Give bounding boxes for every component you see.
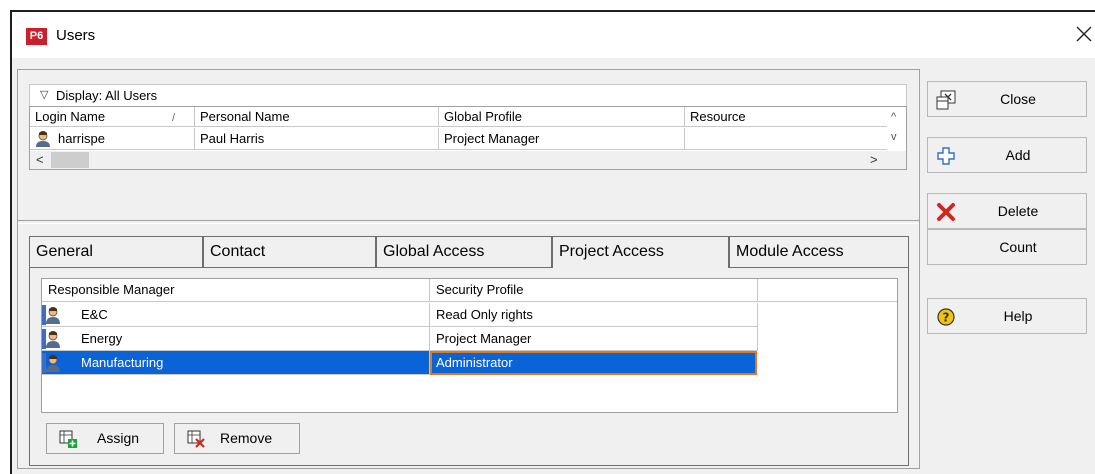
assign-label: Assign (97, 430, 140, 446)
remove-label: Remove (220, 430, 273, 446)
help-icon: ? (937, 308, 955, 326)
table-row[interactable]: E&C Read Only rights (42, 303, 758, 327)
user-icon (42, 305, 60, 325)
plus-icon (937, 147, 955, 165)
add-label: Add (1005, 147, 1031, 163)
manager-name: Manufacturing (81, 355, 164, 370)
users-window: P6 Users ▽ Display: All Users Login Name… (10, 10, 1095, 474)
tab-global-access[interactable]: Global Access (376, 236, 552, 268)
users-main-pane: ▽ Display: All Users Login Name / Person… (17, 69, 920, 469)
user-detail-tabs: General Contact Global Access Project Ac… (29, 236, 909, 268)
display-filter-label: Display: All Users (56, 88, 158, 103)
close-window-icon (936, 90, 956, 110)
manager-cell: Energy (42, 327, 430, 351)
scroll-down-icon[interactable]: v (891, 131, 897, 143)
scroll-thumb[interactable] (51, 152, 89, 168)
close-label: Close (1000, 91, 1036, 107)
security-profile-dropdown[interactable]: Administrator (430, 351, 757, 375)
column-resource[interactable]: Resource (685, 107, 888, 127)
login-value: harrispe (58, 131, 105, 146)
count-button[interactable]: Count (927, 229, 1087, 265)
resource-cell (685, 128, 888, 150)
project-access-panel: Responsible Manager Security Profile E&C (29, 268, 909, 466)
table-row[interactable]: harrispe Paul Harris Project Manager (30, 128, 888, 150)
users-table: Login Name / Personal Name Global Profil… (29, 106, 907, 170)
chevron-down-icon: ▽ (40, 89, 49, 101)
title-bar: P6 Users (12, 12, 1095, 58)
user-icon (36, 131, 50, 147)
vertical-scrollbar[interactable]: ^ v (887, 107, 906, 150)
manager-cell: Manufacturing (42, 351, 430, 375)
column-label: Login Name (35, 109, 106, 124)
manager-cell: E&C (42, 303, 430, 327)
scroll-right-icon[interactable]: > (870, 152, 878, 167)
scroll-left-icon[interactable]: < (36, 152, 44, 167)
users-table-header: Login Name / Personal Name Global Profil… (30, 107, 888, 127)
responsible-manager-table: Responsible Manager Security Profile E&C (41, 278, 898, 413)
help-button[interactable]: ? Help (927, 298, 1087, 334)
close-window-x-icon[interactable] (1072, 22, 1095, 46)
help-label: Help (1003, 308, 1033, 324)
column-login-name[interactable]: Login Name / (30, 107, 195, 127)
delete-button[interactable]: Delete (927, 193, 1087, 229)
manager-table-header: Responsible Manager Security Profile (42, 279, 897, 302)
column-responsible-manager[interactable]: Responsible Manager (42, 279, 430, 302)
window-title: Users (56, 27, 96, 44)
action-buttons: Close Add Delete Count ? Help (927, 69, 1087, 469)
global-profile-cell: Project Manager (439, 128, 685, 150)
close-button[interactable]: Close (927, 81, 1087, 117)
remove-button[interactable]: Remove (174, 423, 300, 454)
column-personal-name[interactable]: Personal Name (195, 107, 439, 127)
manager-name: E&C (81, 307, 108, 322)
security-profile-cell[interactable]: Project Manager (430, 327, 758, 351)
svg-text:?: ? (943, 311, 950, 325)
user-icon (42, 353, 60, 373)
pane-splitter[interactable] (18, 220, 919, 224)
personal-name-cell: Paul Harris (195, 128, 439, 150)
remove-icon (187, 430, 205, 448)
column-security-profile[interactable]: Security Profile (430, 279, 758, 302)
tab-contact[interactable]: Contact (203, 236, 376, 268)
login-cell: harrispe (30, 128, 195, 150)
sort-indicator-icon: / (172, 112, 176, 124)
table-row-selected[interactable]: Manufacturing Administrator (42, 351, 757, 375)
scroll-up-icon[interactable]: ^ (891, 111, 896, 123)
horizontal-scrollbar[interactable]: < > (30, 151, 906, 169)
count-label: Count (999, 239, 1037, 255)
security-profile-cell[interactable]: Read Only rights (430, 303, 758, 327)
display-filter-bar[interactable]: ▽ Display: All Users (29, 84, 907, 106)
manager-name: Energy (81, 331, 123, 346)
column-global-profile[interactable]: Global Profile (439, 107, 685, 127)
red-x-icon (937, 203, 955, 221)
table-row[interactable]: Energy Project Manager (42, 327, 758, 351)
p6-app-icon: P6 (26, 28, 47, 45)
tab-project-access[interactable]: Project Access (552, 236, 729, 268)
delete-label: Delete (997, 203, 1039, 219)
assign-icon (59, 430, 77, 448)
assign-button[interactable]: Assign (46, 423, 164, 454)
tab-general[interactable]: General (29, 236, 203, 268)
tab-module-access[interactable]: Module Access (729, 236, 909, 268)
add-button[interactable]: Add (927, 137, 1087, 173)
user-icon (42, 329, 60, 349)
